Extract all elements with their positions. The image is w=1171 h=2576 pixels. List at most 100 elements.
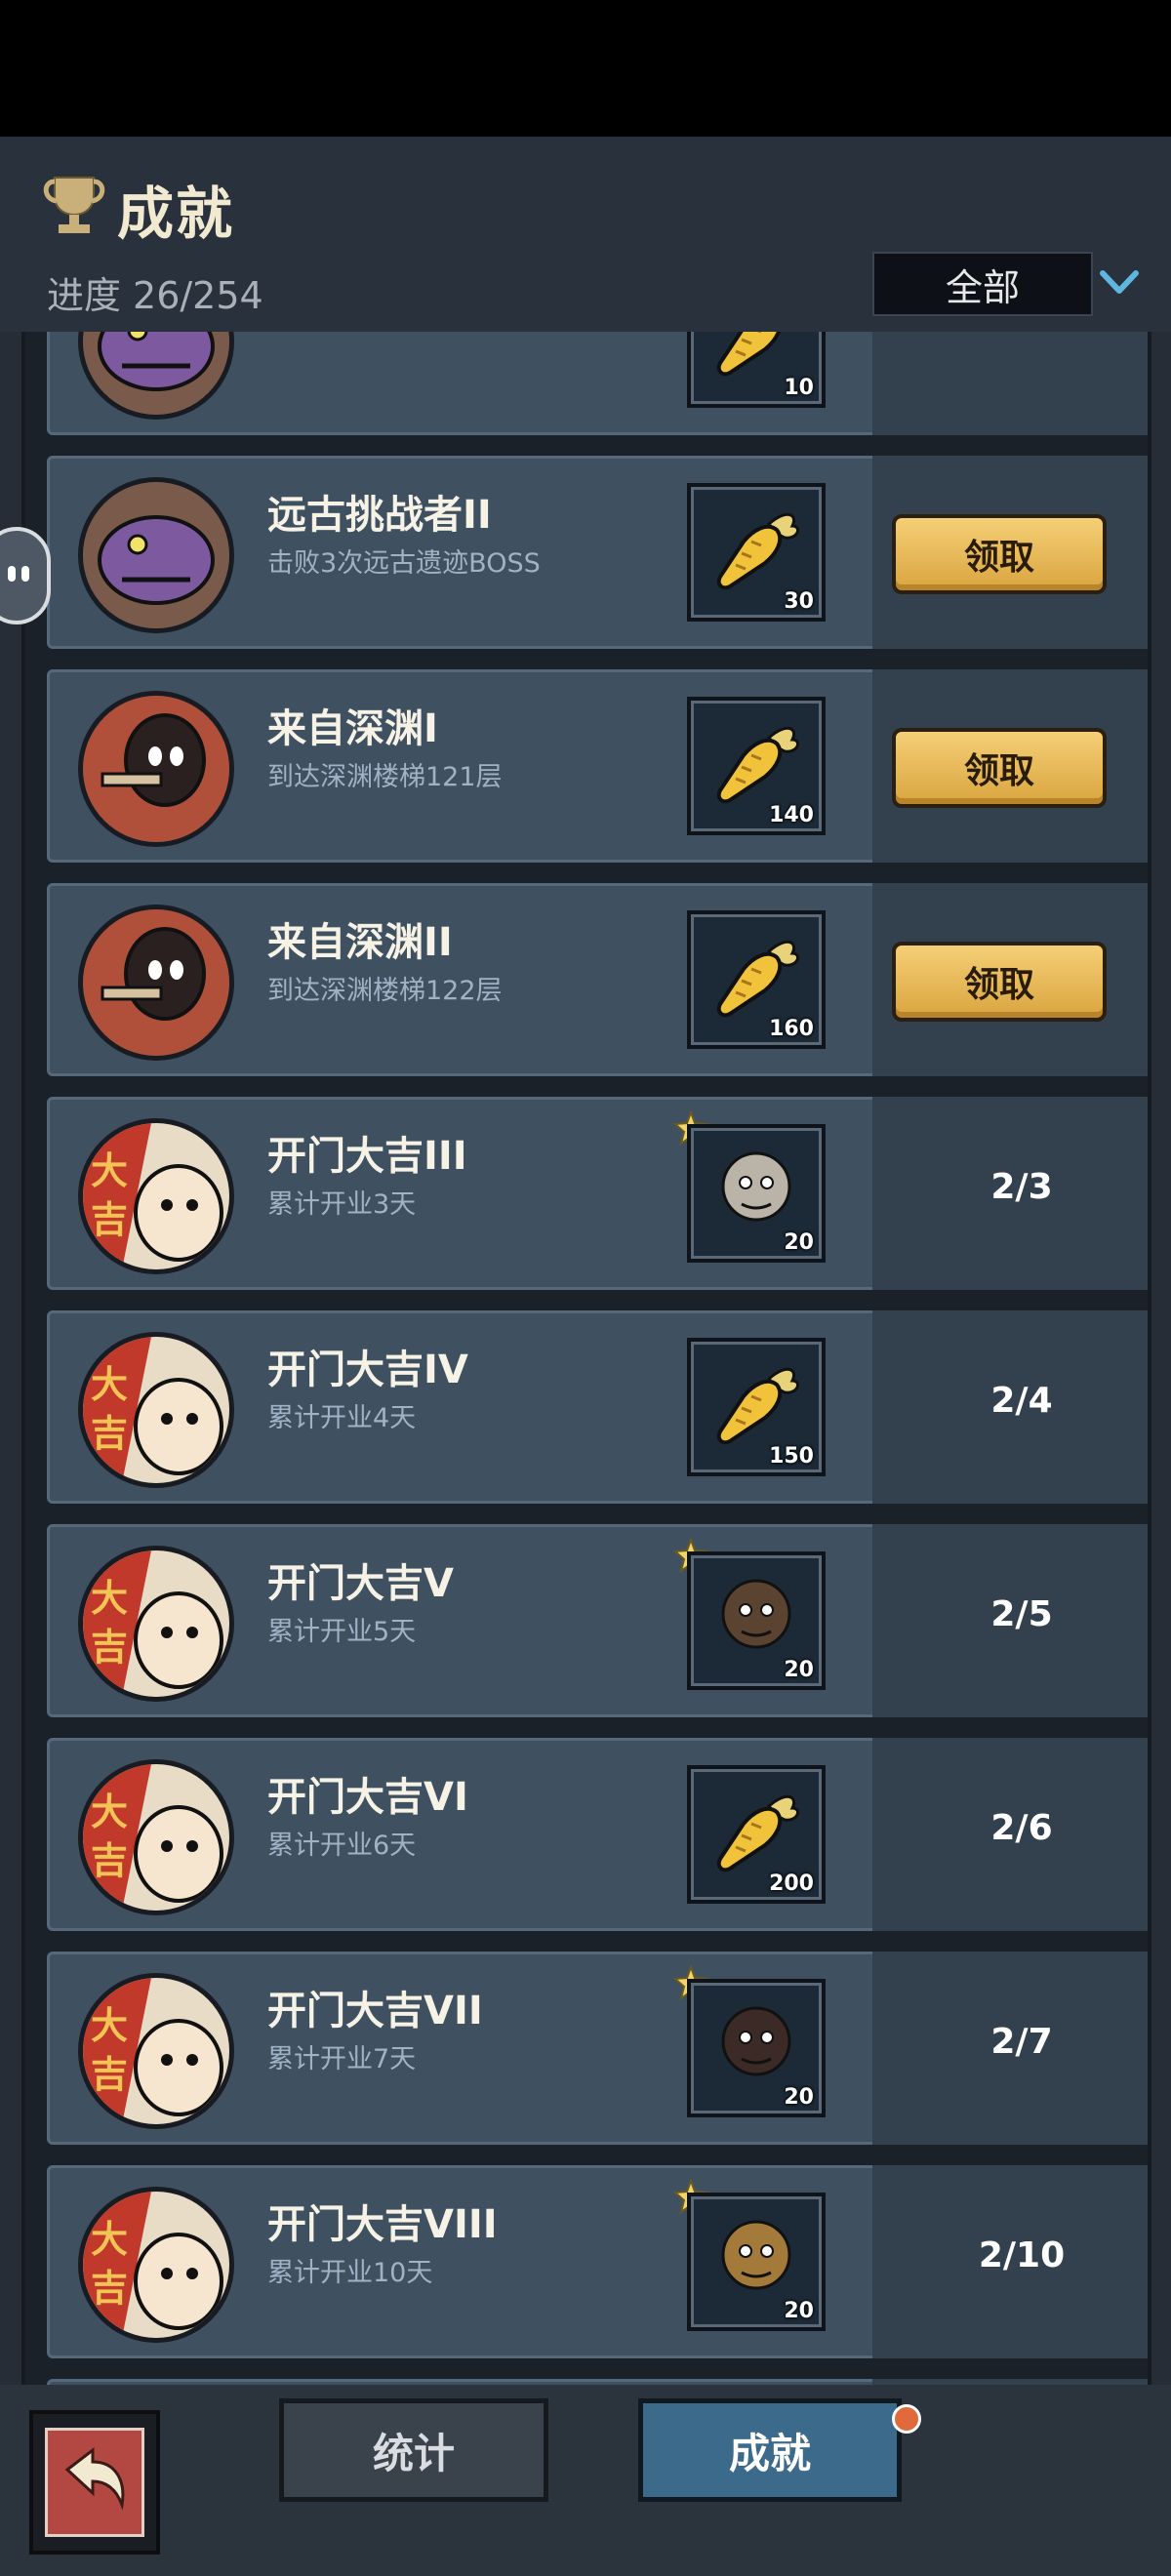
- eye-left-icon: [8, 566, 16, 582]
- eye-right-icon: [21, 566, 29, 582]
- status-bar: [0, 0, 1171, 137]
- achievement-avatar: 大吉: [78, 1332, 234, 1488]
- achievement-card: 大吉开门大吉VI 累计开业6天 200 2/6: [43, 1734, 1148, 1935]
- svg-text:大: 大: [91, 1579, 128, 1620]
- achievement-card: 来自深渊I 到达深渊楼梯121层 140 领取: [43, 665, 1148, 866]
- achievement-card: 大吉开门大吉VIII 累计开业10天 20 2/10: [43, 2161, 1148, 2362]
- reward-slot[interactable]: 20: [687, 2193, 826, 2331]
- filter-value: 全部: [945, 265, 1020, 309]
- achievement-desc: 累计开业10天: [267, 2258, 433, 2288]
- achievement-desc: 击败3次远古遗迹BOSS: [267, 548, 541, 579]
- hero-portrait-icon: [721, 1151, 791, 1222]
- progress-text: 进度 26/254: [47, 265, 263, 319]
- achievement-card: 大吉开门大吉VII 累计开业7天 20 2/7: [43, 1948, 1148, 2149]
- achievement-avatar: 大吉: [78, 1759, 234, 1915]
- progress-count: 2/7: [990, 2022, 1053, 2062]
- tab-statistics[interactable]: 统计: [279, 2398, 548, 2502]
- filter-dropdown[interactable]: 全部: [872, 252, 1093, 316]
- lucky-chef-portrait-icon: 大吉: [83, 1337, 229, 1483]
- svg-text:大: 大: [91, 2006, 128, 2047]
- achievement-list-inner: 10 远古挑战者II 击败3次远古遗迹BOSS 30 领取 来自深渊I 到达深渊楼梯121层…: [43, 332, 1148, 2385]
- achievement-desc: 累计开业4天: [267, 1403, 417, 1433]
- golden-carrot-icon: [716, 1794, 800, 1872]
- progress-value: 26/254: [133, 274, 263, 317]
- reward-slot[interactable]: 30: [687, 483, 826, 622]
- reward-slot[interactable]: 140: [687, 697, 826, 835]
- progress-count: 2/5: [990, 1594, 1053, 1634]
- reward-quantity: 20: [784, 1658, 814, 1682]
- svg-text:吉: 吉: [91, 2055, 128, 2096]
- achievement-desc: 累计开业7天: [267, 2044, 417, 2074]
- svg-text:吉: 吉: [91, 1841, 128, 1882]
- tab-achievements[interactable]: 成就: [638, 2398, 902, 2502]
- svg-text:大: 大: [91, 1365, 128, 1406]
- return-arrow-icon: [64, 2446, 125, 2511]
- reward-quantity: 140: [769, 803, 814, 827]
- achievement-list[interactable]: 10 远古挑战者II 击败3次远古遗迹BOSS 30 领取 来自深渊I 到达深渊楼梯121层…: [21, 332, 1151, 2385]
- achievement-card: 远古挑战者II 击败3次远古遗迹BOSS 30 领取: [43, 452, 1148, 653]
- progress-label: 进度: [47, 274, 122, 317]
- reward-quantity: 20: [784, 2085, 814, 2110]
- svg-text:吉: 吉: [91, 1628, 128, 1669]
- achievement-name: 开门大吉VIII: [267, 2202, 498, 2247]
- achievement-name: 远古挑战者II: [267, 493, 492, 538]
- claim-button[interactable]: 领取: [892, 942, 1107, 1022]
- achievement-card: 10: [43, 332, 1148, 439]
- achievement-avatar: 大吉: [78, 2187, 234, 2343]
- progress-count: 2/4: [990, 1381, 1053, 1421]
- reward-slot[interactable]: 20: [687, 1551, 826, 1690]
- boss-portrait-icon: [83, 332, 229, 415]
- reward-quantity: 150: [769, 1444, 814, 1469]
- achievement-name: 开门大吉V: [267, 1561, 454, 1606]
- lucky-chef-portrait-icon: 大吉: [83, 1550, 229, 1697]
- claim-button[interactable]: 领取: [892, 514, 1107, 594]
- svg-text:大: 大: [91, 2220, 128, 2261]
- reward-quantity: 30: [784, 589, 814, 614]
- achievement-desc: 到达深渊楼梯122层: [267, 976, 503, 1006]
- tab-achievements-label: 成就: [728, 2429, 811, 2477]
- golden-carrot-icon: [716, 1367, 800, 1445]
- achievement-name: 开门大吉VII: [267, 1989, 483, 2033]
- floating-assistant-button[interactable]: [0, 527, 51, 624]
- reward-slot[interactable]: 200: [687, 1765, 826, 1904]
- progress-count: 2/6: [990, 1808, 1053, 1848]
- achievement-avatar: [78, 691, 234, 847]
- claim-button[interactable]: 领取: [892, 728, 1107, 808]
- back-button[interactable]: [29, 2410, 160, 2555]
- achievement-card: 大吉开门大吉V 累计开业5天 20 2/5: [43, 1520, 1148, 1721]
- reward-slot[interactable]: 150: [687, 1338, 826, 1476]
- notification-badge: [892, 2404, 921, 2434]
- hero-portrait-icon: [721, 2006, 791, 2076]
- abyss-warrior-portrait-icon: [83, 909, 229, 1056]
- progress-count: 2/3: [990, 1167, 1053, 1207]
- reward-quantity: 200: [769, 1872, 814, 1896]
- achievement-name: 开门大吉IV: [267, 1348, 468, 1392]
- chevron-down-icon[interactable]: [1099, 265, 1140, 299]
- achievement-avatar: [78, 332, 234, 420]
- reward-quantity: 20: [784, 1230, 814, 1255]
- reward-slot[interactable]: 10: [687, 332, 826, 408]
- achievement-name: 开门大吉VI: [267, 1775, 468, 1820]
- achievement-avatar: 大吉: [78, 1118, 234, 1274]
- achievement-card: 大吉开门大吉IX: [43, 2375, 1148, 2385]
- card-status-area: [872, 332, 1148, 435]
- svg-text:大: 大: [91, 1792, 128, 1833]
- reward-slot[interactable]: 160: [687, 910, 826, 1049]
- hero-portrait-icon: [721, 1579, 791, 1649]
- achievement-desc: 到达深渊楼梯121层: [267, 762, 503, 792]
- reward-quantity: 20: [784, 2299, 814, 2323]
- reward-quantity: 10: [784, 376, 814, 400]
- achievement-card: 大吉开门大吉IV 累计开业4天 150 2/4: [43, 1307, 1148, 1508]
- svg-text:吉: 吉: [91, 1414, 128, 1455]
- back-button-face: [45, 2428, 144, 2537]
- svg-text:大: 大: [91, 1151, 128, 1192]
- achievement-desc: 累计开业6天: [267, 1831, 417, 1861]
- achievement-desc: 累计开业5天: [267, 1617, 417, 1647]
- reward-slot[interactable]: 20: [687, 1124, 826, 1263]
- bottom-bar: [0, 2385, 1171, 2576]
- reward-slot[interactable]: 20: [687, 1979, 826, 2117]
- hero-portrait-icon: [721, 2220, 791, 2290]
- achievement-avatar: 大吉: [78, 1973, 234, 2129]
- svg-text:吉: 吉: [91, 2269, 128, 2310]
- golden-carrot-icon: [716, 940, 800, 1018]
